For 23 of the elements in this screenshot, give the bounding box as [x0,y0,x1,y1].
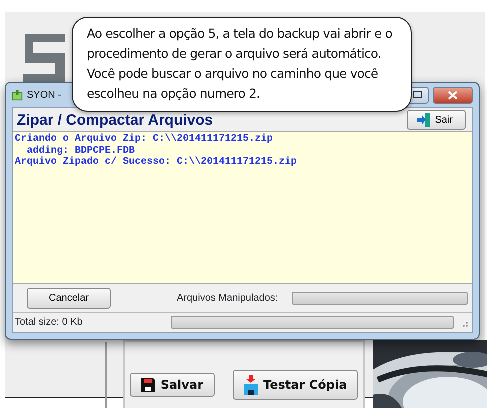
callout-text-line: Você pode buscar o arquivo no caminho que você [87,65,380,83]
callout-text-line: escolheu na opção numero 2. [87,85,261,103]
log-line: Arquivo Zipado c/ Sucesso: C:\\201411171215.zip [15,157,298,168]
window-title: SYON - [27,88,62,102]
divider-line [105,342,107,408]
logo-icon [23,34,65,82]
cancel-button[interactable]: Cancelar [27,288,111,309]
test-copy-button[interactable]: Testar Cópia [232,370,358,400]
save-button[interactable]: Salvar [130,373,215,397]
status-text: Total size: 0 Kb [15,316,84,330]
power-icon [12,90,23,100]
callout-text-line: Ao escolher a opção 5, a tela do backup vai abrir e o [87,25,394,43]
callout-text-line: procedimento de gerar o arquivo será automático. [87,45,382,63]
floppy-download-icon [244,375,258,395]
maximize-icon [413,91,423,99]
dialog-heading: Zipar / Compactar Arquivos [17,112,214,128]
close-icon [448,90,458,100]
close-button[interactable] [433,86,473,104]
files-label: Arquivos Manipulados: [177,292,278,306]
exit-door-icon [416,112,432,128]
exit-button[interactable]: Sair [407,110,466,130]
log-line: adding: BDPCPE.FDB [26,146,136,156]
log-line: Criando o Arquivo Zip: C:\\201411171215.zip [15,134,274,146]
